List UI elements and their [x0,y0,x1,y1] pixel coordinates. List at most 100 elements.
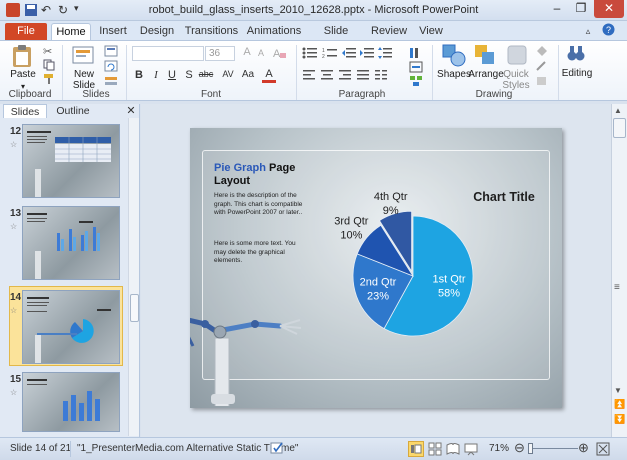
slide-thumbnail-15[interactable] [22,372,120,432]
tab-slide-show[interactable]: Slide Show [310,23,362,54]
tab-outline[interactable]: Outline [49,104,97,118]
svg-text:?: ? [606,25,611,35]
font-color-button[interactable]: A [262,68,276,83]
transition-star-icon: ☆ [10,306,18,315]
grow-font-icon[interactable]: A [240,46,254,58]
format-painter-icon[interactable] [43,73,55,88]
new-slide-button[interactable]: New Slide [66,69,102,91]
align-right-icon[interactable] [338,69,352,84]
ribbon: Paste ▾ ✂ Clipboard New Slide Slides 36 … [0,40,627,101]
scrollbar-thumb[interactable] [613,118,626,138]
character-spacing-button[interactable]: AV [219,69,237,79]
reset-icon[interactable] [104,60,118,75]
layout-icon[interactable] [104,45,118,60]
text-direction-icon[interactable] [409,47,423,62]
quick-styles-icon[interactable] [505,43,531,72]
clear-formatting-icon[interactable]: A [272,46,286,62]
cut-icon[interactable]: ✂ [43,45,52,58]
editing-button[interactable]: Editing [560,68,594,79]
numbering-icon[interactable]: 12 [322,47,338,62]
justify-icon[interactable] [356,69,370,84]
close-icon[interactable]: ✕ [594,0,624,18]
tab-view[interactable]: View [416,23,446,40]
zoom-out-icon[interactable]: ⊖ [514,440,525,456]
paste-button[interactable]: Paste [7,69,39,80]
tab-animations[interactable]: Animations [246,23,302,40]
current-slide[interactable]: Pie Graph Page Layout Here is the descri… [190,128,562,408]
editor-scrollbar[interactable]: ▲ ≡ ▼ ⏫ ⏬ [611,104,627,437]
shape-outline-icon[interactable] [535,60,549,75]
svg-text:2: 2 [322,54,325,59]
group-label-clipboard: Clipboard [8,89,52,100]
strikethrough-button[interactable]: abc [197,69,215,79]
tab-design[interactable]: Design [138,23,176,40]
minimize-ribbon-icon[interactable]: ▵ [581,23,595,40]
pie-value-2: 23% [367,291,389,303]
decrease-indent-icon[interactable] [342,47,356,62]
spell-check-icon[interactable] [270,441,286,458]
copy-icon[interactable] [43,59,55,74]
bold-button[interactable]: B [132,69,146,81]
fit-to-window-icon[interactable] [596,442,610,459]
zoom-slider[interactable] [530,448,578,449]
arrange-button[interactable]: Arrange [468,69,504,80]
chart-title: Chart Title [473,190,535,204]
slide-thumbnail-12[interactable] [22,124,120,198]
paste-icon[interactable] [10,44,36,71]
scroll-down-icon[interactable]: ▼ [614,386,622,395]
bullets-icon[interactable] [302,47,318,62]
shadow-button[interactable]: S [182,69,196,81]
binoculars-icon[interactable] [566,43,586,66]
minimize-icon[interactable]: – [545,0,569,18]
slides-pane-scrollbar[interactable] [128,118,139,436]
align-text-icon[interactable] [409,61,423,76]
zoom-slider-thumb[interactable] [528,443,533,454]
scrollbar-thumb[interactable] [130,294,139,322]
slide-number: 13 [10,208,22,219]
tab-review[interactable]: Review [371,23,407,40]
zoom-level[interactable]: 71% [489,443,509,454]
italic-button[interactable]: I [149,69,163,81]
zoom-in-icon[interactable]: ⊕ [578,440,589,456]
quick-styles-button[interactable]: Quick Styles [500,69,532,91]
slides-pane: Slides Outline ✕ 12 ☆ 13 ☆ 14 ☆ 15 ☆ [0,104,140,437]
next-slide-icon[interactable]: ⏬ [614,414,625,425]
scroll-up-icon[interactable]: ▲ [614,106,622,115]
increase-indent-icon[interactable] [360,47,374,62]
restore-icon[interactable]: ❐ [569,0,593,18]
help-icon[interactable]: ? [600,23,616,40]
previous-slide-icon[interactable]: ⏫ [614,399,625,410]
columns-icon[interactable] [374,69,388,84]
tab-file[interactable]: File [5,23,47,40]
normal-view-icon[interactable] [408,441,424,457]
group-separator [296,45,297,100]
smartart-icon[interactable] [409,75,423,90]
font-size-combo[interactable]: 36 [205,46,235,61]
shrink-font-icon[interactable]: A [254,48,268,58]
font-family-combo[interactable] [132,46,204,61]
shape-effects-icon[interactable] [535,75,549,90]
section-icon[interactable] [104,75,118,90]
shapes-icon[interactable] [441,43,467,72]
slide-show-icon[interactable] [464,442,478,459]
reading-view-icon[interactable] [446,442,460,459]
tab-insert[interactable]: Insert [95,23,131,40]
change-case-button[interactable]: Aa [240,69,256,80]
slide-number: 15 [10,374,22,385]
slide-thumbnail-14[interactable] [22,290,120,364]
close-pane-icon[interactable]: ✕ [124,104,138,118]
align-left-icon[interactable] [302,69,316,84]
tab-transitions[interactable]: Transitions [184,23,239,40]
slide-sorter-icon[interactable] [428,442,442,459]
tab-home[interactable]: Home [51,23,91,40]
line-spacing-icon[interactable] [378,47,392,62]
tab-slides[interactable]: Slides [3,104,47,118]
align-center-icon[interactable] [320,69,334,84]
new-slide-icon[interactable] [72,45,96,70]
arrange-icon[interactable] [473,43,499,72]
transition-star-icon: ☆ [10,388,18,397]
slide-number: 14 [10,292,22,303]
shape-fill-icon[interactable] [535,45,549,60]
slide-thumbnail-13[interactable] [22,206,120,280]
underline-button[interactable]: U [165,69,179,81]
